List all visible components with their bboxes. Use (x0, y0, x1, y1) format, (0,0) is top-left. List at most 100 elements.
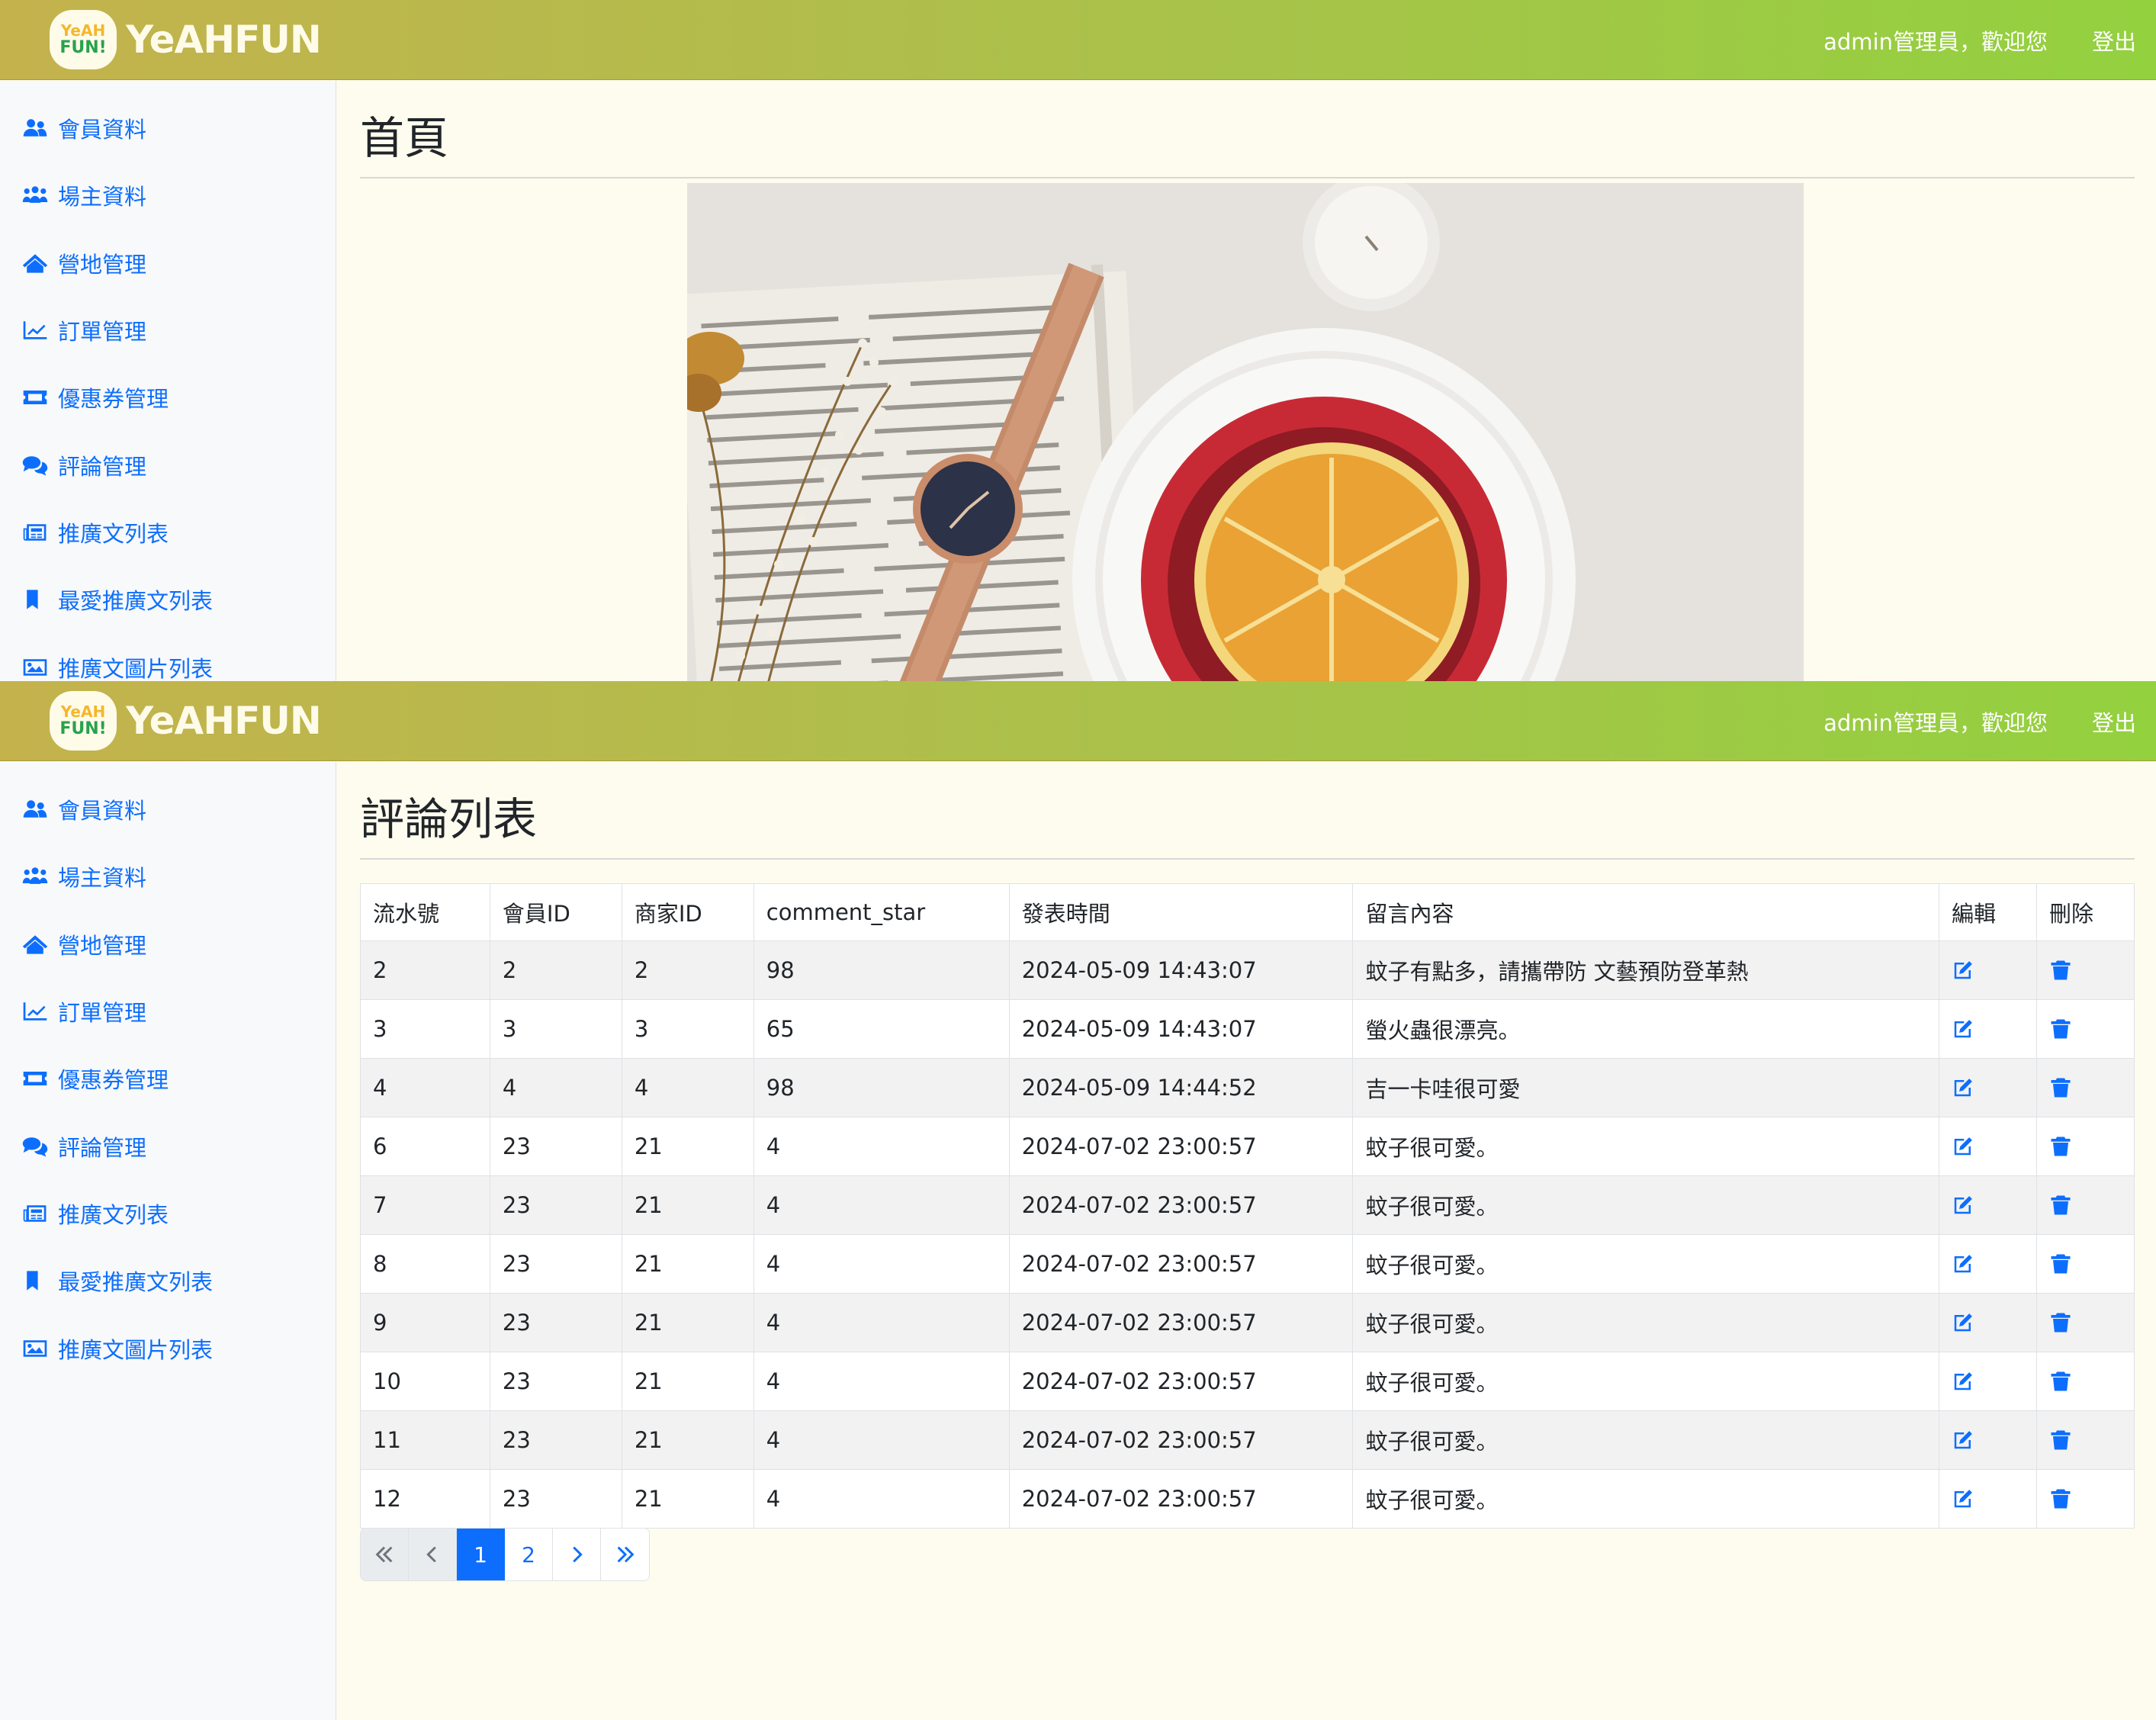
prev-page-button[interactable] (409, 1529, 457, 1580)
sidebar-item-owners[interactable]: 場主資料 (21, 854, 146, 899)
edit-button[interactable] (1939, 1175, 2037, 1235)
cell-serial: 7 (360, 1175, 490, 1235)
cell-member-id: 23 (489, 1410, 622, 1470)
delete-button[interactable] (2036, 1058, 2135, 1117)
cell-merchant-id: 3 (621, 999, 754, 1059)
cell-comment-star: 65 (753, 999, 1010, 1059)
column-header: comment_star (753, 883, 1010, 941)
cell-comment-star: 4 (753, 1293, 1010, 1352)
edit-button[interactable] (1939, 1117, 2037, 1176)
first-page-button[interactable] (361, 1529, 409, 1580)
cell-posted-time: 2024-07-02 23:00:57 (1008, 1352, 1354, 1411)
cell-merchant-id: 21 (621, 1175, 754, 1235)
edit-icon (1954, 1431, 1972, 1449)
edit-icon (1954, 1313, 1972, 1332)
chart-line-icon (23, 1002, 47, 1021)
top-navbar: YeAH FUN! YeAHFUN admin管理員，歡迎您 登出 (0, 681, 2156, 761)
ticket-icon (23, 1072, 47, 1085)
trash-icon (2051, 1430, 2071, 1450)
double-chevron-right-icon (617, 1546, 634, 1563)
chevron-right-icon (573, 1546, 583, 1563)
page-title: 評論列表 (360, 793, 538, 845)
last-page-button[interactable] (601, 1529, 649, 1580)
delete-button[interactable] (2036, 1293, 2135, 1352)
sidebar-item-members[interactable]: 會員資料 (21, 786, 146, 832)
logout-link[interactable]: 登出 (2092, 706, 2136, 738)
delete-button[interactable] (2036, 1469, 2135, 1529)
welcome-text: admin管理員，歡迎您 (1823, 28, 2048, 55)
sidebar: 會員資料 場主資料 營地管理 訂單管理 優惠券管理 評論管理 推廣文列表 最愛推… (0, 81, 336, 681)
edit-button[interactable] (1939, 1352, 2037, 1411)
sidebar-item-post-images[interactable]: 推廣文圖片列表 (21, 645, 213, 681)
edit-button[interactable] (1939, 1058, 2037, 1117)
sidebar-item-campsites[interactable]: 營地管理 (21, 921, 146, 967)
cell-member-id: 4 (489, 1058, 622, 1117)
edit-button[interactable] (1939, 1293, 2037, 1352)
cell-posted-time: 2024-07-02 23:00:57 (1008, 1117, 1354, 1176)
cell-message: 蚊子很可愛。 (1352, 1469, 1940, 1529)
edit-button[interactable] (1939, 999, 2037, 1059)
table-row: 10 23 21 4 2024-07-02 23:00:57 蚊子很可愛。 (360, 1352, 2135, 1411)
sidebar-item-posts[interactable]: 推廣文列表 (21, 510, 169, 555)
cell-merchant-id: 21 (621, 1234, 754, 1294)
group-icon (22, 867, 48, 884)
cell-merchant-id: 2 (621, 940, 754, 1000)
delete-button[interactable] (2036, 1234, 2135, 1294)
delete-button[interactable] (2036, 999, 2135, 1059)
home-screen: YeAH FUN! YeAHFUN admin管理員，歡迎您 登出 會員資料 場… (0, 0, 2156, 681)
sidebar-item-owners[interactable]: 場主資料 (21, 172, 146, 218)
cell-serial: 3 (360, 999, 490, 1059)
sidebar-item-favorite-posts[interactable]: 最愛推廣文列表 (21, 577, 213, 622)
cell-merchant-id: 21 (621, 1469, 754, 1529)
edit-icon (1954, 1079, 1972, 1097)
sidebar-item-coupons[interactable]: 優惠券管理 (21, 375, 169, 420)
edit-button[interactable] (1939, 1410, 2037, 1470)
cell-serial: 2 (360, 940, 490, 1000)
delete-button[interactable] (2036, 1117, 2135, 1176)
page-button[interactable]: 1 (457, 1529, 505, 1580)
edit-button[interactable] (1939, 1469, 2037, 1529)
cell-member-id: 23 (489, 1293, 622, 1352)
cell-message: 螢火蟲很漂亮。 (1352, 999, 1940, 1059)
edit-icon (1954, 1196, 1972, 1214)
cell-serial: 10 (360, 1352, 490, 1411)
sidebar-item-post-images[interactable]: 推廣文圖片列表 (21, 1326, 213, 1371)
logout-link[interactable]: 登出 (2092, 24, 2136, 56)
sidebar-item-posts[interactable]: 推廣文列表 (21, 1191, 169, 1236)
cell-message: 蚊子很可愛。 (1352, 1175, 1940, 1235)
cell-serial: 8 (360, 1234, 490, 1294)
brand-logo[interactable]: YeAH FUN! YeAHFUN (50, 10, 322, 69)
column-header: 發表時間 (1008, 883, 1354, 941)
cell-posted-time: 2024-07-02 23:00:57 (1008, 1234, 1354, 1294)
cell-merchant-id: 21 (621, 1117, 754, 1176)
comments-icon (22, 456, 48, 476)
delete-button[interactable] (2036, 1352, 2135, 1411)
next-page-button[interactable] (553, 1529, 601, 1580)
column-header: 商家ID (621, 883, 754, 941)
table-header-row: 流水號 會員ID 商家ID comment_star 發表時間 留言內容 編輯 … (360, 883, 2135, 941)
brand-logo[interactable]: YeAH FUN! YeAHFUN (50, 691, 322, 751)
newspaper-icon (23, 1205, 47, 1222)
delete-button[interactable] (2036, 1175, 2135, 1235)
cell-message: 蚊子有點多，請攜帶防 文藝預防登革熱 (1352, 940, 1940, 1000)
image-icon (23, 1340, 47, 1357)
sidebar-item-coupons[interactable]: 優惠券管理 (21, 1056, 169, 1101)
sidebar-item-members[interactable]: 會員資料 (21, 105, 146, 151)
sidebar-item-orders[interactable]: 訂單管理 (21, 989, 146, 1034)
sidebar-item-campsites[interactable]: 營地管理 (21, 240, 146, 286)
sidebar-item-reviews[interactable]: 評論管理 (21, 1124, 146, 1169)
sidebar-item-favorite-posts[interactable]: 最愛推廣文列表 (21, 1258, 213, 1304)
table-row: 7 23 21 4 2024-07-02 23:00:57 蚊子很可愛。 (360, 1175, 2135, 1235)
edit-button[interactable] (1939, 1234, 2037, 1294)
edit-button[interactable] (1939, 940, 2037, 1000)
comments-screen: YeAH FUN! YeAHFUN admin管理員，歡迎您 登出 會員資料 場… (0, 681, 2156, 1720)
sidebar-item-orders[interactable]: 訂單管理 (21, 307, 146, 353)
trash-icon (2051, 1313, 2071, 1333)
cell-message: 蚊子很可愛。 (1352, 1352, 1940, 1411)
house-icon (22, 254, 48, 273)
page-button[interactable]: 2 (505, 1529, 553, 1580)
sidebar-item-reviews[interactable]: 評論管理 (21, 442, 146, 488)
delete-button[interactable] (2036, 1410, 2135, 1470)
table-row: 11 23 21 4 2024-07-02 23:00:57 蚊子很可愛。 (360, 1410, 2135, 1470)
delete-button[interactable] (2036, 940, 2135, 1000)
